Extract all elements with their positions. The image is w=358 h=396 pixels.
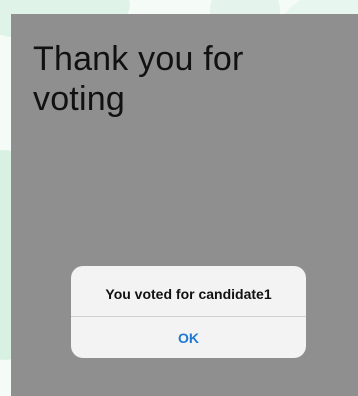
alert-dialog: You voted for candidate1 OK (71, 266, 306, 358)
page-title: Thank you for voting (33, 40, 244, 118)
modal-overlay: Thank you for voting You voted for candi… (11, 14, 358, 396)
alert-message: You voted for candidate1 (105, 285, 272, 302)
ok-button[interactable]: OK (71, 317, 306, 358)
